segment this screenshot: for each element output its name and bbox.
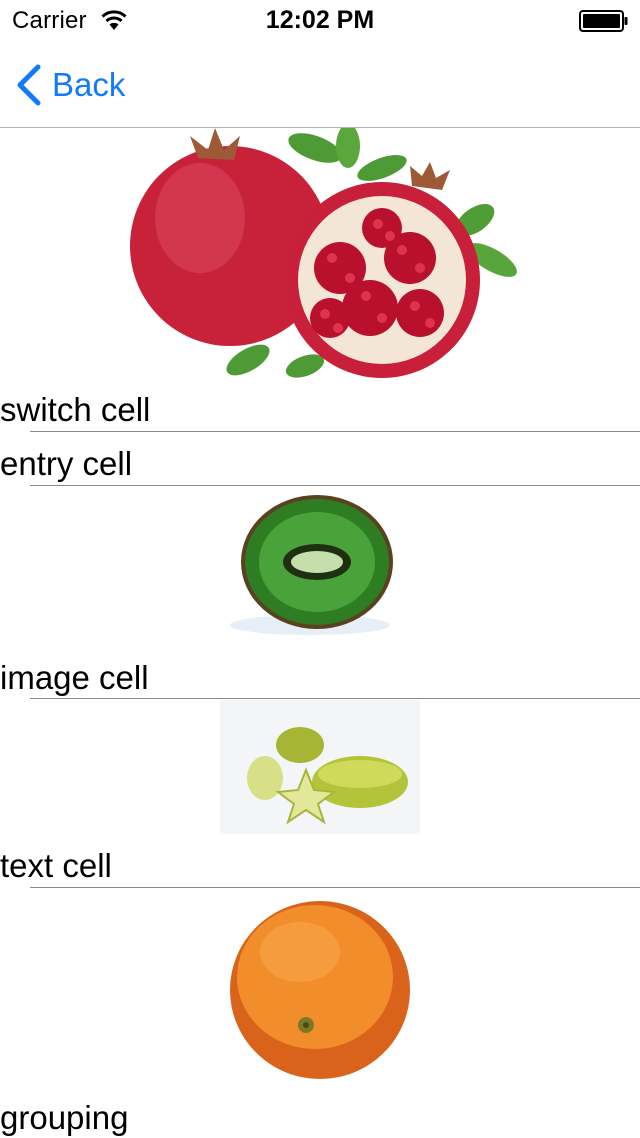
list-item-label[interactable]: text cell — [0, 846, 112, 886]
battery-icon — [579, 10, 628, 32]
row-separator — [30, 698, 640, 699]
back-label: Back — [52, 66, 126, 103]
status-time: 12:02 PM — [265, 6, 375, 34]
back-button[interactable]: Back — [14, 62, 125, 108]
list-item-label[interactable]: image cell — [0, 658, 149, 698]
row-separator — [30, 485, 640, 486]
pomegranate-image — [120, 128, 520, 378]
list-item-label[interactable]: entry cell — [0, 444, 132, 484]
list-item-label[interactable]: grouping — [0, 1098, 128, 1138]
row-separator — [30, 887, 640, 888]
list-item-label[interactable]: switch cell — [0, 390, 150, 430]
chevron-left-icon — [17, 64, 41, 106]
row-separator — [30, 431, 640, 432]
star-fruit-image — [220, 700, 420, 834]
kiwi-image — [220, 490, 420, 640]
status-bar: Carrier 12:02 PM — [0, 0, 640, 40]
orange-image — [220, 892, 420, 1088]
navigation-bar: Back — [0, 40, 640, 128]
